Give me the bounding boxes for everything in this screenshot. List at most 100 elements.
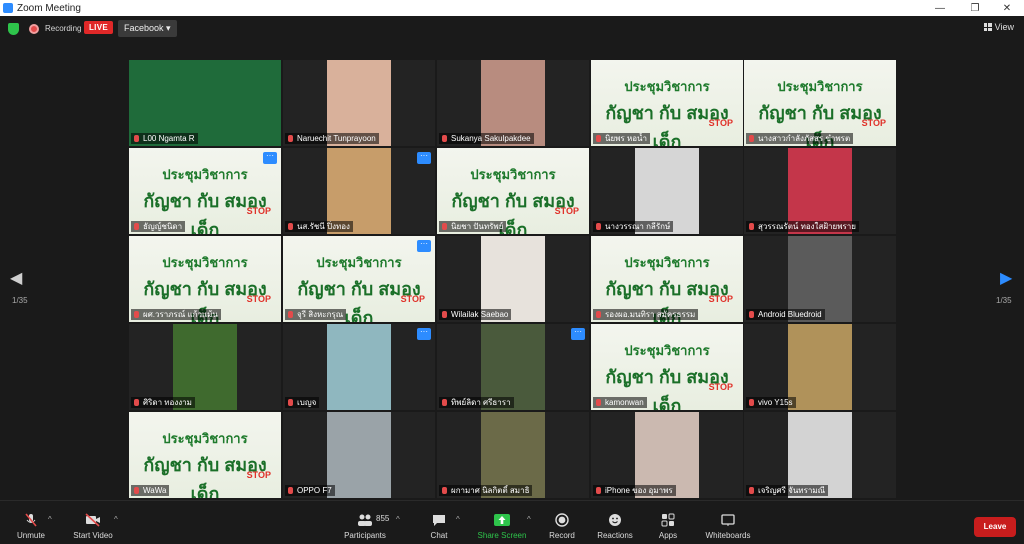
poster-stop-label: STOP bbox=[554, 206, 579, 216]
apps-label: Apps bbox=[658, 531, 678, 540]
participant-name: ธัญญ์ชนิดา bbox=[131, 221, 186, 232]
poster-title: ประชุมวิชาการ bbox=[624, 79, 710, 94]
tile-more-options-icon[interactable]: ··· bbox=[417, 152, 431, 164]
gallery-view: ◀ 1/35 ▶ 1/35 L00 Ngamta R Naruechit Tunp… bbox=[0, 42, 1024, 500]
participant-name: นส.รัชนี ปิ่งทอง bbox=[285, 221, 353, 232]
previous-page-arrow-icon[interactable]: ◀ bbox=[10, 268, 22, 288]
participant-name: kamonwan bbox=[593, 397, 647, 408]
tile-more-options-icon[interactable]: ··· bbox=[417, 240, 431, 252]
window-title: Zoom Meeting bbox=[17, 2, 81, 14]
participant-name: Android Bluedroid bbox=[746, 309, 825, 320]
participant-tile[interactable]: ผกามาศ นิลกิตติ์ สมาธิ bbox=[437, 412, 589, 498]
participant-name: OPPO F7 bbox=[285, 485, 335, 496]
participant-photo bbox=[327, 412, 391, 498]
participant-tile[interactable]: สุวรรณรัตน์ ทองใสฝ้ายพราย bbox=[744, 148, 896, 234]
zoom-app-icon bbox=[3, 3, 13, 13]
poster-title: ประชุมวิชาการ bbox=[777, 79, 863, 94]
participant-name: เบญจ bbox=[285, 397, 320, 408]
participants-button[interactable]: Participants ^ bbox=[330, 513, 400, 540]
participant-tile[interactable]: Android Bluedroid bbox=[744, 236, 896, 322]
participants-icon bbox=[358, 514, 372, 526]
live-badge[interactable]: LIVE bbox=[84, 21, 113, 34]
participant-tile[interactable]: ศิริดา ทองงาม bbox=[129, 324, 281, 410]
participant-tile[interactable]: ประชุมวิชาการกัญชา กับ สมองเด็กSTOPรองผอ… bbox=[591, 236, 743, 322]
participant-tile[interactable]: Wilailak Saebao bbox=[437, 236, 589, 322]
chat-caret-icon[interactable]: ^ bbox=[456, 515, 460, 524]
participant-tile[interactable]: vivo Y15s bbox=[744, 324, 896, 410]
participant-name: Sukanya Sakulpakdee bbox=[439, 133, 534, 144]
leave-button[interactable]: Leave bbox=[974, 517, 1016, 537]
participant-tile[interactable]: ประชุมวิชาการ กัญชา กับ สมองเด็ก STOP WaWa bbox=[129, 412, 281, 498]
participant-name: ทิพย์ลิดา ศรีธารา bbox=[439, 397, 514, 408]
gallery-grid-icon bbox=[983, 23, 992, 31]
tile-more-options-icon[interactable]: ··· bbox=[263, 152, 277, 164]
participant-tile[interactable]: Naruechit Tunprayoon bbox=[283, 60, 435, 146]
tile-more-options-icon[interactable]: ··· bbox=[571, 328, 585, 340]
participant-tile[interactable]: iPhone ของ อุมาพร bbox=[591, 412, 743, 498]
participant-tile[interactable]: OPPO F7 bbox=[283, 412, 435, 498]
stream-target-dropdown[interactable]: Facebook ▾ bbox=[118, 20, 177, 37]
whiteboards-label: Whiteboards bbox=[705, 531, 751, 540]
poster-stop-label: STOP bbox=[246, 470, 271, 480]
view-label: View bbox=[994, 22, 1014, 32]
participant-name: นิยพร หอน้ำ bbox=[593, 133, 650, 144]
close-button[interactable]: ✕ bbox=[992, 0, 1022, 16]
poster-title: ประชุมวิชาการ bbox=[624, 343, 710, 358]
audio-options-caret-icon[interactable]: ^ bbox=[48, 515, 52, 524]
participant-tile[interactable]: เจริญศรี จันทรามณี bbox=[744, 412, 896, 498]
share-screen-label: Share Screen bbox=[477, 531, 527, 540]
video-options-caret-icon[interactable]: ^ bbox=[114, 515, 118, 524]
participant-name: สุวรรณรัตน์ ทองใสฝ้ายพราย bbox=[746, 221, 859, 232]
participant-name: Naruechit Tunprayoon bbox=[285, 133, 379, 144]
apps-icon bbox=[661, 513, 675, 527]
participant-name: iPhone ของ อุมาพร bbox=[593, 485, 676, 496]
muted-microphone-icon bbox=[25, 513, 37, 527]
participant-tile[interactable]: ประชุมวิชาการ กัญชา กับ สมองเด็ก STOP นิยพร… bbox=[591, 60, 743, 146]
participant-tile[interactable]: ประชุมวิชาการ กัญชา กับ สมองเด็ก STOP นิยชา… bbox=[437, 148, 589, 234]
participant-tile[interactable]: ประชุมวิชาการ กัญชา กับ สมองเด็ก STOP ··· ธั… bbox=[129, 148, 281, 234]
participants-caret-icon[interactable]: ^ bbox=[396, 515, 400, 524]
participant-tile[interactable]: ประชุมวิชาการ กัญชา กับ สมองเด็ก STOP kamon… bbox=[591, 324, 743, 410]
minimize-button[interactable]: — bbox=[925, 0, 955, 16]
participant-tile[interactable]: ··· นส.รัชนี ปิ่งทอง bbox=[283, 148, 435, 234]
participant-name: ผกามาศ นิลกิตติ์ สมาธิ bbox=[439, 485, 533, 496]
poster-title: ประชุมวิชาการ bbox=[162, 167, 248, 182]
meeting-topbar: Recording LIVE Facebook ▾ View bbox=[0, 16, 1024, 42]
participant-tile[interactable]: ··· เบญจ bbox=[283, 324, 435, 410]
participant-name: ผศ.วราภรณ์ แก้วแม้น bbox=[131, 309, 221, 320]
participants-label: Participants bbox=[344, 531, 386, 540]
participant-tile[interactable]: ประชุมวิชาการกัญชา กับ สมองเด็กSTOPผศ.วร… bbox=[129, 236, 281, 322]
participant-tile[interactable]: ประชุมวิชาการกัญชา กับ สมองเด็กSTOPนางสา… bbox=[744, 60, 896, 146]
recording-label: Recording bbox=[45, 24, 82, 33]
participant-tile[interactable]: นางวรรณา กลีรักษ์ bbox=[591, 148, 743, 234]
security-shield-icon[interactable] bbox=[8, 23, 19, 35]
participant-tile[interactable]: ··· ทิพย์ลิดา ศรีธารา bbox=[437, 324, 589, 410]
participant-photo bbox=[788, 324, 852, 410]
share-screen-icon bbox=[494, 514, 510, 526]
whiteboards-button[interactable]: Whiteboards bbox=[693, 513, 763, 540]
participants-count: 855 bbox=[376, 514, 390, 523]
view-button[interactable]: View bbox=[983, 22, 1014, 32]
participant-tile[interactable]: ประชุมวิชาการ กัญชา กับ สมองเด็ก STOP ··· จุ… bbox=[283, 236, 435, 322]
participant-name: vivo Y15s bbox=[746, 397, 796, 408]
participant-name: นิยชา ปันทรัพย์ bbox=[439, 221, 507, 232]
start-video-button[interactable]: Start Video ^ bbox=[58, 513, 128, 540]
chat-button[interactable]: Chat ^ bbox=[404, 513, 474, 540]
unmute-label: Unmute bbox=[16, 531, 45, 540]
participant-name: นางสาวกำลังภัสสร ขำพรต bbox=[746, 133, 854, 144]
whiteboard-icon bbox=[721, 514, 735, 526]
recording-icon bbox=[29, 24, 39, 34]
participant-tile[interactable]: Sukanya Sakulpakdee bbox=[437, 60, 589, 146]
page-indicator-left: 1/35 bbox=[12, 296, 28, 305]
reactions-label: Reactions bbox=[597, 531, 633, 540]
next-page-arrow-icon[interactable]: ▶ bbox=[1000, 268, 1012, 288]
maximize-button[interactable]: ❐ bbox=[960, 0, 990, 16]
participant-name: ศิริดา ทองงาม bbox=[131, 397, 195, 408]
poster-title: ประชุมวิชาการ bbox=[162, 431, 248, 446]
unmute-button[interactable]: Unmute ^ bbox=[0, 513, 66, 540]
tile-more-options-icon[interactable]: ··· bbox=[417, 328, 431, 340]
participant-name: จุรี สิงหะกรุณ bbox=[285, 309, 347, 320]
participant-tile[interactable]: L00 Ngamta R bbox=[129, 60, 281, 146]
chat-bubble-icon bbox=[433, 515, 445, 526]
page-indicator-right: 1/35 bbox=[996, 296, 1012, 305]
